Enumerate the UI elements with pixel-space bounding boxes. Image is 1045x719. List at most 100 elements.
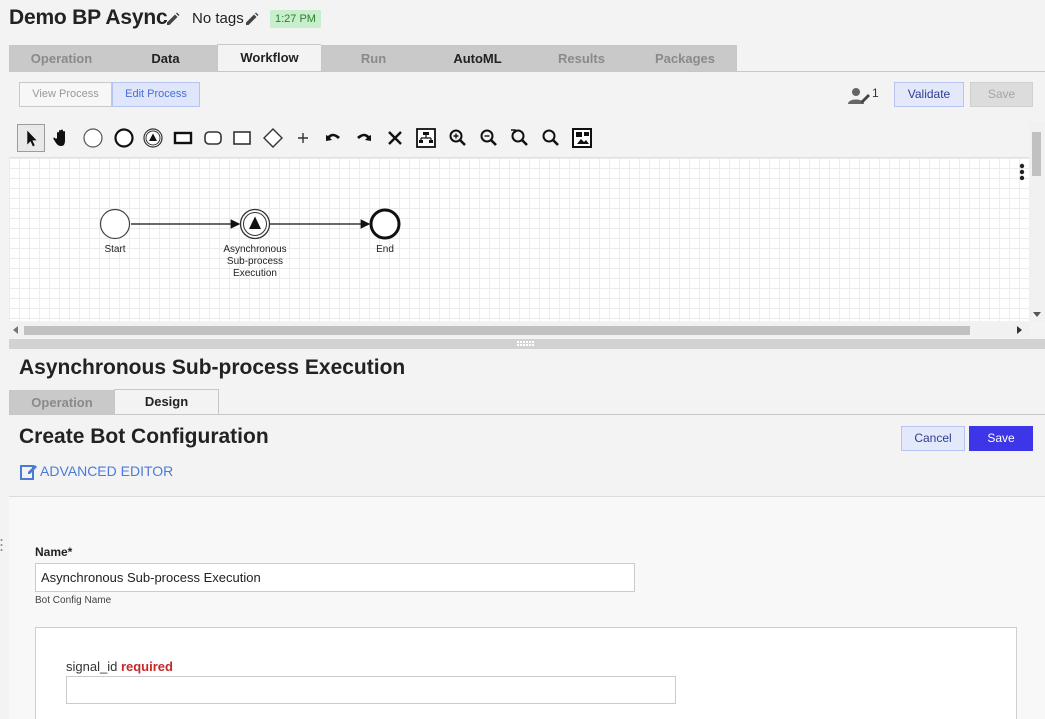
tab-data[interactable]: Data [113, 45, 217, 72]
config-title: Create Bot Configuration [19, 425, 269, 448]
start-event[interactable] [99, 208, 131, 240]
tab-detail-operation[interactable]: Operation [9, 390, 114, 415]
signal-event-tool[interactable] [139, 124, 167, 152]
tags-label: No tags [192, 10, 244, 27]
tabs-divider [9, 71, 1045, 72]
element-title: Asynchronous Sub-process Execution [19, 356, 406, 379]
process-diagram: Start Asynchronous Sub-process Execution… [99, 208, 401, 279]
diagram-toolbar [17, 124, 607, 152]
hand-tool[interactable] [48, 124, 76, 152]
zoom-out-tool[interactable] [475, 124, 503, 152]
vertical-scroll-thumb[interactable] [1032, 132, 1041, 176]
task-label-line-3: Execution [233, 268, 277, 279]
add-tool[interactable] [289, 124, 317, 152]
zoom-fit-icon [542, 129, 559, 146]
redo-icon [357, 133, 371, 141]
detail-tabs: Operation Design [9, 389, 219, 415]
parameters-section [35, 627, 1017, 719]
zoom-fit-tool[interactable] [537, 124, 565, 152]
signal-id-label: signal_id required [66, 659, 173, 674]
hand-icon [53, 129, 65, 146]
view-process-button[interactable]: View Process [19, 82, 112, 107]
horizontal-scroll-thumb[interactable] [24, 326, 970, 335]
name-field[interactable] [35, 563, 635, 592]
more-options-icon[interactable] [1018, 162, 1026, 182]
zoom-out-icon [480, 129, 497, 146]
app-page: Demo BP Async No tags 1:27 PM Operation … [0, 0, 1045, 719]
layout-tool[interactable] [412, 124, 440, 152]
task-label-line-1: Asynchronous [223, 244, 286, 255]
tab-run[interactable]: Run [321, 45, 425, 72]
tab-detail-design[interactable]: Design [114, 389, 219, 415]
gateway-tool[interactable] [259, 124, 287, 152]
edit-document-icon [20, 465, 37, 480]
cancel-button[interactable]: Cancel [901, 426, 965, 451]
delete-tool[interactable] [381, 124, 409, 152]
page-title: Demo BP Async [9, 6, 168, 29]
redo-tool[interactable] [350, 124, 378, 152]
canvas-horizontal-scrollbar[interactable] [9, 322, 1029, 338]
gateway-icon [263, 128, 283, 148]
start-event-label: Start [104, 244, 125, 255]
edit-process-button[interactable]: Edit Process [112, 82, 200, 107]
tab-results[interactable]: Results [529, 45, 633, 72]
end-event[interactable] [369, 208, 401, 240]
async-subprocess-event[interactable] [239, 208, 271, 240]
tab-workflow[interactable]: Workflow [217, 44, 321, 72]
save-process-button[interactable]: Save [970, 82, 1033, 107]
tab-operation[interactable]: Operation [9, 45, 113, 72]
pointer-tool[interactable] [17, 124, 45, 152]
scroll-down-icon[interactable] [1033, 312, 1041, 318]
task-label-line-2: Sub-process [227, 256, 283, 267]
zoom-in-tool[interactable] [444, 124, 472, 152]
undo-tool[interactable] [319, 124, 347, 152]
start-event-icon [83, 128, 103, 148]
time-badge: 1:27 PM [270, 10, 321, 28]
edit-tags-icon[interactable] [245, 12, 259, 26]
save-button[interactable]: Save [969, 426, 1033, 451]
diagram-canvas[interactable]: Start Asynchronous Sub-process Execution… [9, 157, 1029, 321]
pointer-icon [27, 130, 37, 147]
rectangle-icon [233, 131, 251, 145]
side-handle-icon[interactable] [0, 538, 3, 552]
drag-handle-icon [517, 341, 534, 346]
outline-icon [572, 128, 592, 148]
rectangle-tool[interactable] [228, 124, 256, 152]
scroll-left-icon[interactable] [12, 326, 18, 334]
signal-id-name: signal_id [66, 659, 118, 674]
panel-splitter[interactable] [9, 339, 1045, 349]
canvas-vertical-scrollbar[interactable] [1029, 122, 1045, 322]
end-event-icon [114, 128, 134, 148]
user-count: 1 [872, 86, 879, 100]
start-event-tool[interactable] [79, 124, 107, 152]
end-event-label: End [376, 244, 394, 255]
main-tabs: Operation Data Workflow Run AutoML Resul… [9, 44, 737, 72]
subprocess-icon [204, 131, 222, 145]
name-label: Name* [35, 545, 73, 559]
undo-icon [326, 133, 340, 141]
subprocess-tool[interactable] [199, 124, 227, 152]
signal-id-field[interactable] [66, 676, 676, 704]
validate-button[interactable]: Validate [894, 82, 964, 107]
delete-icon [388, 131, 402, 145]
tab-packages[interactable]: Packages [633, 45, 737, 72]
header: Demo BP Async No tags 1:27 PM [0, 0, 1045, 40]
task-icon [173, 131, 193, 145]
end-event-tool[interactable] [110, 124, 138, 152]
signal-event-icon [143, 128, 163, 148]
active-users[interactable]: 1 [848, 86, 880, 106]
zoom-reset-icon [511, 129, 528, 146]
advanced-editor-label: ADVANCED EDITOR [40, 463, 174, 479]
layout-icon [416, 128, 436, 148]
tab-automl[interactable]: AutoML [425, 45, 529, 72]
scroll-right-icon[interactable] [1017, 326, 1023, 334]
task-tool[interactable] [169, 124, 197, 152]
zoom-reset-tool[interactable] [506, 124, 534, 152]
add-icon [298, 133, 308, 143]
outline-tool[interactable] [568, 124, 596, 152]
detail-tabs-divider [9, 414, 1045, 415]
zoom-in-icon [449, 129, 466, 146]
edit-title-icon[interactable] [166, 12, 180, 26]
user-edit-icon [848, 88, 870, 104]
required-indicator: required [120, 659, 173, 674]
